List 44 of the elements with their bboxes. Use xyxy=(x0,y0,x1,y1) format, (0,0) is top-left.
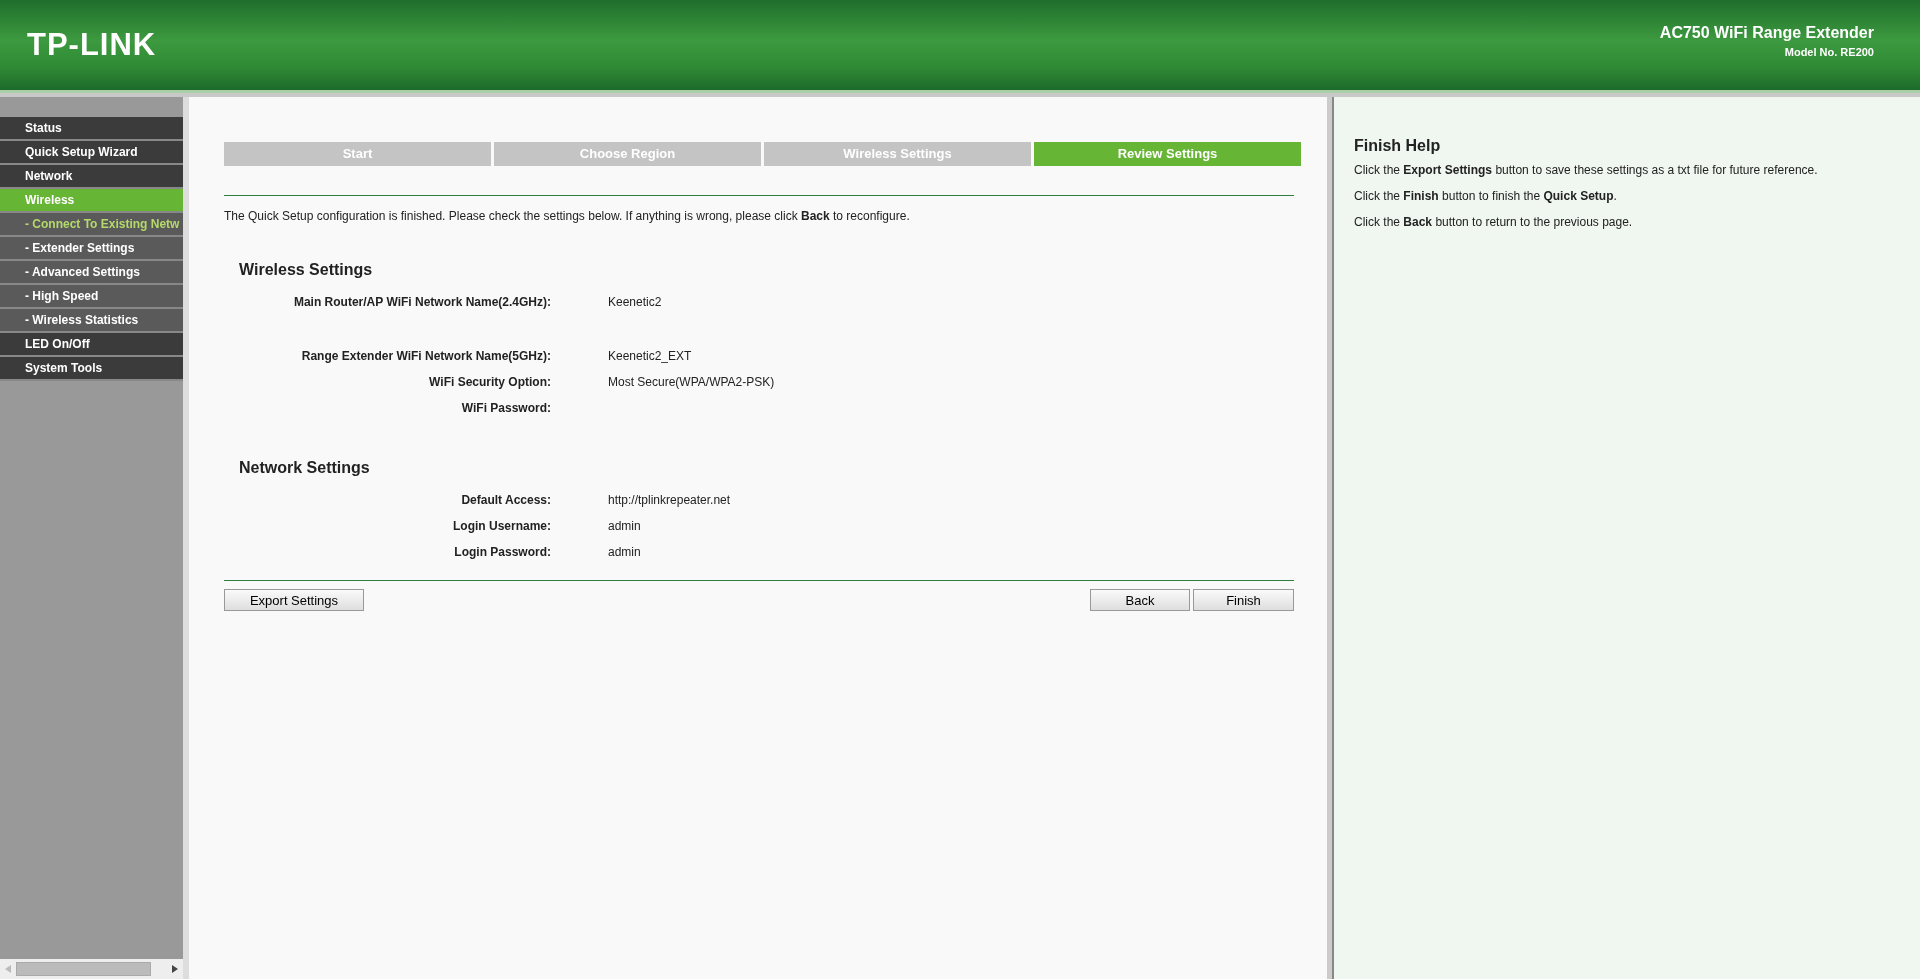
help-text: Click the Export Settings button to save these settings as a txt file for future reference. xyxy=(1354,163,1819,177)
left-arrow-icon[interactable] xyxy=(4,964,12,974)
field-label: Default Access: xyxy=(460,493,551,507)
help-text: Click the Finish button to finish the Quick Setup. xyxy=(1354,189,1618,203)
field-value: Keenetic2_EXT xyxy=(608,349,692,363)
product-name: AC750 WiFi Range Extender xyxy=(1659,24,1874,42)
sidebar-item[interactable]: - Advanced Settings xyxy=(0,261,183,285)
finish-button[interactable]: Finish xyxy=(1193,589,1294,611)
back-button[interactable]: Back xyxy=(1090,589,1190,611)
model-number: Model No. RE200 xyxy=(1784,46,1874,58)
sidebar-item[interactable]: System Tools xyxy=(0,357,183,381)
brand-logo: TP-LINK xyxy=(27,27,157,63)
wizard-step: Review Settings xyxy=(1034,142,1301,166)
help-text: Click the Back button to return to the previous page. xyxy=(1354,215,1634,229)
field-value: Keenetic2 xyxy=(608,295,662,309)
export-settings-button[interactable]: Export Settings xyxy=(224,589,364,611)
scrollbar[interactable] xyxy=(0,959,183,979)
section-title: Wireless Settings xyxy=(239,261,374,279)
field-value: admin xyxy=(608,519,641,533)
wizard-step: Choose Region xyxy=(494,142,761,166)
sidebar-item[interactable]: - Wireless Statistics xyxy=(0,309,183,333)
field-label: Login Password: xyxy=(453,545,551,559)
field-label: Login Username: xyxy=(452,519,551,533)
sidebar-item[interactable]: LED On/Off xyxy=(0,333,183,357)
sidebar-item[interactable]: - High Speed xyxy=(0,285,183,309)
field-label: Main Router/AP WiFi Network Name(2.4GHz): xyxy=(292,295,551,309)
right-arrow-icon[interactable] xyxy=(171,964,179,974)
wizard-step: Start xyxy=(224,142,491,166)
field-value: http://tplinkrepeater.net xyxy=(608,493,731,507)
wizard-step: Wireless Settings xyxy=(764,142,1031,166)
field-value: admin xyxy=(608,545,641,559)
intro-text: The Quick Setup configuration is finished. Please check the settings below. If anything is wrong, please click Back to reconfigure. xyxy=(224,209,911,223)
sidebar-item[interactable]: Quick Setup Wizard xyxy=(0,141,183,165)
sidebar-item[interactable]: - Extender Settings xyxy=(0,237,183,261)
sidebar-item[interactable]: Network xyxy=(0,165,183,189)
field-value: Most Secure(WPA/WPA2-PSK) xyxy=(608,375,775,389)
sidebar-item[interactable]: Status xyxy=(0,117,183,141)
field-label: WiFi Password: xyxy=(460,401,551,415)
sidebar-item[interactable]: - Connect To Existing Netw xyxy=(0,213,183,237)
section-title: Network Settings xyxy=(239,459,371,477)
field-label: WiFi Security Option: xyxy=(428,375,551,389)
scroll-thumb[interactable] xyxy=(16,962,151,976)
field-label: Range Extender WiFi Network Name(5GHz): xyxy=(300,349,551,363)
help-title: Finish Help xyxy=(1354,137,1442,155)
